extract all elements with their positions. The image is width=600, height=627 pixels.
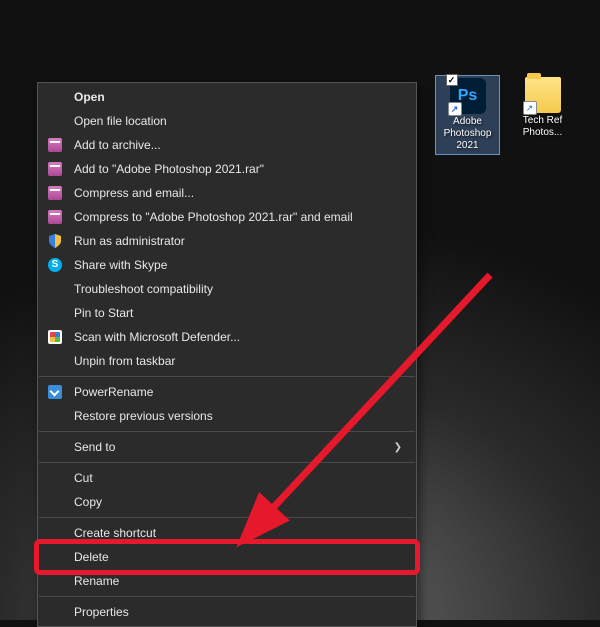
menu-separator	[39, 376, 415, 377]
winrar-icon	[46, 209, 64, 225]
menu-item-scan-with-microsoft-defender[interactable]: Scan with Microsoft Defender...	[38, 325, 416, 349]
defender-icon	[48, 330, 62, 344]
menu-item-unpin-from-taskbar[interactable]: Unpin from taskbar	[38, 349, 416, 373]
menu-item-pin-to-start[interactable]: Pin to Start	[38, 301, 416, 325]
menu-item-label: Run as administrator	[74, 234, 402, 248]
shield-icon	[49, 234, 61, 248]
menu-item-send-to[interactable]: Send to❯	[38, 435, 416, 459]
powerrename-icon	[48, 385, 62, 399]
winrar-icon	[46, 137, 64, 153]
blank-icon	[46, 305, 64, 321]
menu-separator	[39, 431, 415, 432]
context-menu: Open Open file location Add to archive... A…	[37, 82, 417, 627]
menu-item-label: Send to	[74, 440, 394, 454]
menu-item-cut[interactable]: Cut	[38, 466, 416, 490]
selection-checkbox-icon: ✓	[446, 74, 458, 86]
blank-icon	[46, 470, 64, 486]
winrar-icon	[48, 186, 62, 200]
blank-icon	[46, 89, 64, 105]
blank-icon	[46, 281, 64, 297]
winrar-icon	[46, 185, 64, 201]
skype-icon: S	[46, 257, 64, 273]
winrar-icon	[48, 138, 62, 152]
menu-item-copy[interactable]: Copy	[38, 490, 416, 514]
menu-item-label: Add to archive...	[74, 138, 402, 152]
powerrename-icon	[46, 384, 64, 400]
menu-item-properties[interactable]: Properties	[38, 600, 416, 624]
menu-item-label: Scan with Microsoft Defender...	[74, 330, 402, 344]
menu-item-label: Unpin from taskbar	[74, 354, 402, 368]
menu-item-label: Copy	[74, 495, 402, 509]
blank-icon	[46, 113, 64, 129]
photoshop-icon: Ps ✓ ↗	[450, 78, 486, 114]
blank-icon	[46, 408, 64, 424]
menu-item-label: PowerRename	[74, 385, 402, 399]
menu-item-label: Share with Skype	[74, 258, 402, 272]
menu-item-label: Create shortcut	[74, 526, 402, 540]
menu-item-open-file-location[interactable]: Open file location	[38, 109, 416, 133]
winrar-icon	[46, 161, 64, 177]
desktop-icon-label: Tech Ref Photos...	[512, 115, 573, 139]
desktop-icon-adobe-photoshop[interactable]: Ps ✓ ↗ Adobe Photoshop 2021	[435, 75, 500, 155]
desktop-icon-tech-ref[interactable]: ↗ Tech Ref Photos...	[510, 75, 575, 155]
blank-icon	[46, 525, 64, 541]
menu-item-open[interactable]: Open	[38, 85, 416, 109]
menu-item-add-to-archive[interactable]: Add to archive...	[38, 133, 416, 157]
menu-item-label: Rename	[74, 574, 402, 588]
menu-item-label: Compress to "Adobe Photoshop 2021.rar" a…	[74, 210, 402, 224]
menu-item-label: Troubleshoot compatibility	[74, 282, 402, 296]
blank-icon	[46, 494, 64, 510]
shortcut-arrow-icon: ↗	[448, 102, 462, 116]
menu-item-compress-to-adobe-photoshop-2021-rar-and-email[interactable]: Compress to "Adobe Photoshop 2021.rar" a…	[38, 205, 416, 229]
menu-item-add-to-adobe-photoshop-2021-rar[interactable]: Add to "Adobe Photoshop 2021.rar"	[38, 157, 416, 181]
menu-separator	[39, 462, 415, 463]
menu-item-create-shortcut[interactable]: Create shortcut	[38, 521, 416, 545]
submenu-arrow-icon: ❯	[394, 442, 402, 453]
menu-item-rename[interactable]: Rename	[38, 569, 416, 593]
menu-item-label: Delete	[74, 550, 402, 564]
blank-icon	[46, 353, 64, 369]
blank-icon	[46, 604, 64, 620]
menu-item-label: Open	[74, 90, 402, 104]
blank-icon	[46, 573, 64, 589]
menu-item-powerrename[interactable]: PowerRename	[38, 380, 416, 404]
menu-separator	[39, 517, 415, 518]
menu-item-delete[interactable]: Delete	[38, 545, 416, 569]
menu-separator	[39, 596, 415, 597]
menu-item-run-as-administrator[interactable]: Run as administrator	[38, 229, 416, 253]
menu-item-restore-previous-versions[interactable]: Restore previous versions	[38, 404, 416, 428]
skype-icon: S	[48, 258, 62, 272]
menu-item-label: Compress and email...	[74, 186, 402, 200]
menu-item-troubleshoot-compatibility[interactable]: Troubleshoot compatibility	[38, 277, 416, 301]
menu-item-compress-and-email[interactable]: Compress and email...	[38, 181, 416, 205]
desktop-icons-area: Ps ✓ ↗ Adobe Photoshop 2021 ↗ Tech Ref P…	[435, 75, 575, 155]
blank-icon	[46, 549, 64, 565]
desktop-icon-label: Adobe Photoshop 2021	[438, 116, 497, 152]
desktop[interactable]: Ps ✓ ↗ Adobe Photoshop 2021 ↗ Tech Ref P…	[0, 0, 600, 620]
blank-icon	[46, 439, 64, 455]
shield-icon	[46, 233, 64, 249]
winrar-icon	[48, 210, 62, 224]
defender-icon	[46, 329, 64, 345]
menu-item-label: Restore previous versions	[74, 409, 402, 423]
menu-item-label: Cut	[74, 471, 402, 485]
menu-item-label: Pin to Start	[74, 306, 402, 320]
menu-item-label: Open file location	[74, 114, 402, 128]
menu-item-share-with-skype[interactable]: S Share with Skype	[38, 253, 416, 277]
folder-icon: ↗	[525, 77, 561, 113]
menu-item-label: Properties	[74, 605, 402, 619]
shortcut-arrow-icon: ↗	[523, 101, 537, 115]
winrar-icon	[48, 162, 62, 176]
menu-item-label: Add to "Adobe Photoshop 2021.rar"	[74, 162, 402, 176]
